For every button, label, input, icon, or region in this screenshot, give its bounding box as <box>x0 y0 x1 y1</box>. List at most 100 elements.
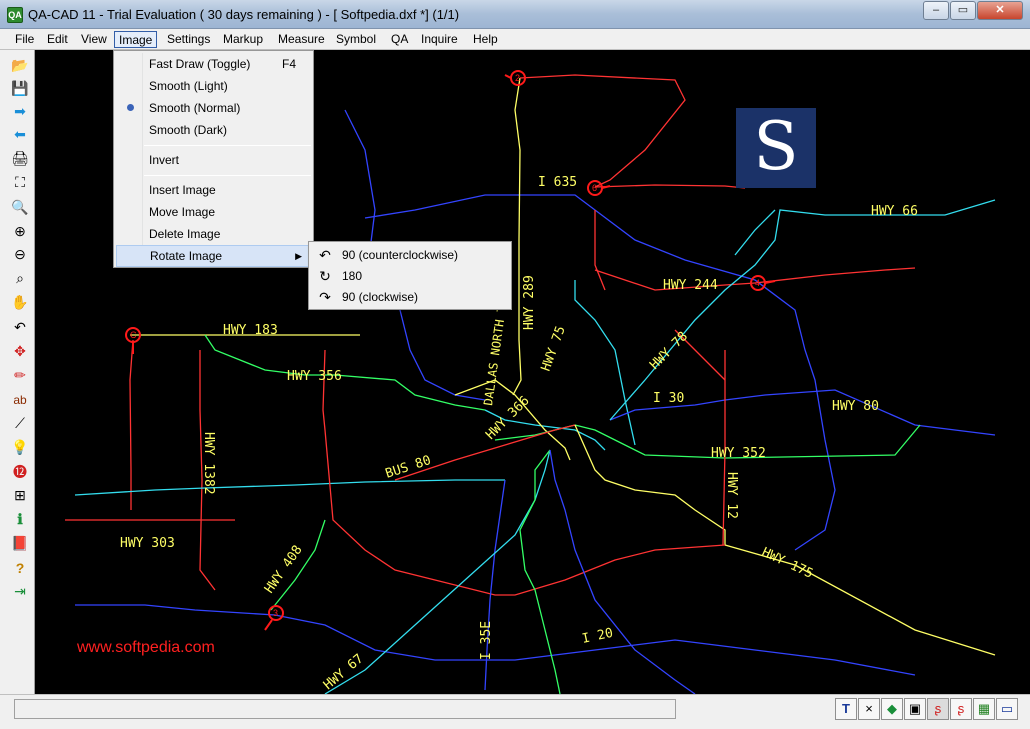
dimension-icon[interactable]: ⟋ <box>9 413 31 434</box>
road-label: HWY 66 <box>871 204 918 219</box>
menu-item-rotate-image[interactable]: Rotate Image ▶ <box>116 245 311 267</box>
exit-icon[interactable]: ⇥ <box>9 581 31 602</box>
menu-settings[interactable]: Settings <box>163 31 214 48</box>
road-label: I 635 <box>538 175 577 190</box>
close-button[interactable]: ✕ <box>977 1 1023 20</box>
menu-item-smooth-dark[interactable]: Smooth (Dark) <box>116 119 311 141</box>
menu-edit[interactable]: Edit <box>43 31 72 48</box>
stamp-icon[interactable]: ⓬ <box>9 461 31 482</box>
layer-icon[interactable]: ◆ <box>881 698 903 720</box>
menu-item-smooth-light[interactable]: Smooth (Light) <box>116 75 311 97</box>
minimize-button[interactable]: – <box>923 1 949 20</box>
menu-symbol[interactable]: Symbol <box>332 31 380 48</box>
menu-image[interactable]: Image <box>114 31 158 48</box>
zoom-in-icon[interactable]: ⊕ <box>9 221 31 242</box>
zoom-window-icon[interactable]: ⌕ <box>9 268 31 289</box>
close-x-icon[interactable]: × <box>858 698 880 720</box>
colors-icon[interactable]: ▦ <box>973 698 995 720</box>
menu-item-rotate-180[interactable]: ↻ 180 <box>311 266 509 287</box>
open-icon[interactable]: 📂 <box>9 55 31 76</box>
measure-icon[interactable]: ⊞ <box>9 485 31 506</box>
maximize-button[interactable]: ▭ <box>950 1 976 20</box>
road-label: HWY 1382 <box>201 432 216 495</box>
menu-item-label: Move Image <box>149 205 216 219</box>
window-title: QA-CAD 11 - Trial Evaluation ( 30 days r… <box>28 7 460 22</box>
road-label: HWY 12 <box>724 472 739 519</box>
radio-checked-icon <box>127 104 134 111</box>
marker-label: 2 <box>515 73 520 83</box>
menu-item-delete-image[interactable]: Delete Image <box>116 223 311 245</box>
menu-item-label: Rotate Image <box>150 249 223 263</box>
text-tool-icon[interactable]: T <box>835 698 857 720</box>
rotate-180-icon: ↻ <box>319 268 331 284</box>
map-marker[interactable]: 3 <box>264 605 284 631</box>
forward-icon[interactable]: ➡ <box>9 101 31 122</box>
rotate-submenu: ↶ 90 (counterclockwise) ↻ 180 ↷ 90 (cloc… <box>308 241 512 310</box>
map-marker[interactable]: C <box>125 327 141 354</box>
menu-item-label: 180 <box>342 269 363 283</box>
menu-view[interactable]: View <box>77 31 111 48</box>
redline-icon[interactable]: ʂ <box>927 698 949 720</box>
road-label: HWY 183 <box>223 323 278 338</box>
window-icon[interactable]: ▣ <box>904 698 926 720</box>
help-icon[interactable]: ? <box>9 557 31 578</box>
back-icon[interactable]: ⬅ <box>9 124 31 145</box>
pen-icon[interactable]: ✏ <box>9 365 31 386</box>
softpedia-logo: S <box>736 108 816 188</box>
menu-item-smooth-normal[interactable]: Smooth (Normal) <box>116 97 311 119</box>
app-icon: QA <box>7 7 23 23</box>
menu-separator <box>144 145 311 146</box>
menu-help[interactable]: Help <box>469 31 502 48</box>
undo-icon[interactable]: ↶ <box>9 317 31 338</box>
marker-label: 4 <box>755 278 760 288</box>
menu-item-label: Smooth (Light) <box>149 79 228 93</box>
menu-file[interactable]: File <box>11 31 38 48</box>
menu-qa[interactable]: QA <box>387 31 412 48</box>
menu-item-rotate-ccw[interactable]: ↶ 90 (counterclockwise) <box>311 245 509 266</box>
menu-item-invert[interactable]: Invert <box>116 149 311 171</box>
road-label: HWY 67 <box>321 651 367 693</box>
road-label: HWY 78 <box>647 329 691 373</box>
road-label: HWY 80 <box>832 399 879 414</box>
road-label: HWY 175 <box>759 545 815 582</box>
title-bar: QA QA-CAD 11 - Trial Evaluation ( 30 day… <box>0 0 1030 29</box>
menu-item-insert-image[interactable]: Insert Image <box>116 179 311 201</box>
menu-markup[interactable]: Markup <box>219 31 267 48</box>
road-label: I 35E <box>479 621 494 660</box>
menu-item-fast-draw[interactable]: Fast Draw (Toggle) F4 <box>116 53 311 75</box>
rotate-ccw-icon: ↶ <box>319 247 331 263</box>
map-marker[interactable]: 4 <box>750 275 776 291</box>
display-icon[interactable]: ▭ <box>996 698 1018 720</box>
rotate-cw-icon: ↷ <box>319 289 331 305</box>
move-icon[interactable]: ✥ <box>9 341 31 362</box>
menu-item-rotate-cw[interactable]: ↷ 90 (clockwise) <box>311 287 509 308</box>
menu-item-label: Fast Draw (Toggle) <box>149 57 251 71</box>
menu-item-move-image[interactable]: Move Image <box>116 201 311 223</box>
menu-item-label: Smooth (Normal) <box>149 101 241 115</box>
print-icon[interactable]: 🖨 <box>9 148 31 169</box>
marker-label: C <box>130 330 137 340</box>
zoom-icon[interactable]: 🔍 <box>9 197 31 218</box>
menu-measure[interactable]: Measure <box>274 31 329 48</box>
binoculars-icon[interactable]: ⛶ <box>9 172 31 193</box>
road-label: I 20 <box>581 626 615 647</box>
road-label: BUS 80 <box>384 453 433 482</box>
book-icon[interactable]: 📕 <box>9 533 31 554</box>
menu-item-label: Smooth (Dark) <box>149 123 228 137</box>
map-marker[interactable]: 6 <box>587 180 611 196</box>
menu-inquire[interactable]: Inquire <box>417 31 462 48</box>
road-label: HWY 303 <box>120 536 175 551</box>
text-icon[interactable]: ab <box>9 389 31 410</box>
save-icon[interactable]: 💾 <box>9 78 31 99</box>
info-icon[interactable]: ℹ <box>9 509 31 530</box>
marker-label: 3 <box>273 608 278 618</box>
pan-hand-icon[interactable]: ✋ <box>9 292 31 313</box>
redline-alt-icon[interactable]: ʂ <box>950 698 972 720</box>
softpedia-url-text: www.softpedia.com <box>77 639 215 656</box>
road-label: HWY 408 <box>262 543 306 596</box>
bulb-icon[interactable]: 💡 <box>9 437 31 458</box>
submenu-arrow-icon: ▶ <box>295 251 302 261</box>
marker-label: 6 <box>592 183 597 193</box>
status-text-field <box>14 699 676 719</box>
zoom-out-icon[interactable]: ⊖ <box>9 244 31 265</box>
